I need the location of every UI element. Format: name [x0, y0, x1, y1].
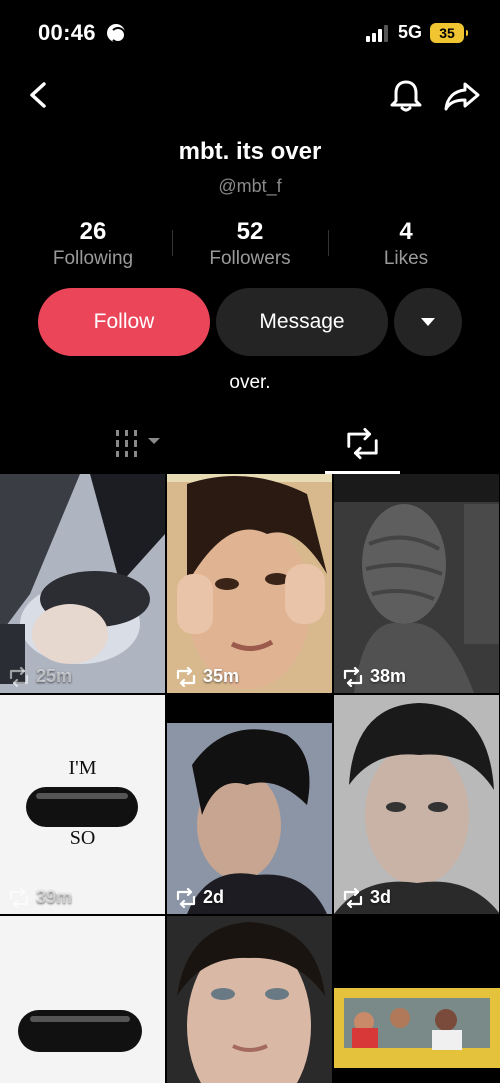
battery-level: 35: [439, 25, 455, 41]
profile-handle: @mbt_f: [218, 176, 282, 196]
profile-bio: over.: [229, 372, 271, 393]
repost-icon: [176, 887, 196, 908]
video-thumbnail: [167, 916, 332, 1083]
pill-text-top: I'M: [68, 757, 97, 779]
repost-time: 35m: [203, 666, 240, 686]
bell-icon[interactable]: [388, 78, 424, 114]
grid-item[interactable]: I'M SO 39m: [0, 695, 165, 914]
video-thumbnail: [334, 916, 500, 1083]
repost-time: 2d: [203, 887, 225, 907]
stat-divider: [328, 230, 329, 256]
grid-item[interactable]: 2d: [167, 695, 332, 914]
video-thumbnail: [334, 474, 499, 693]
stat-followers-label: Followers: [209, 248, 291, 269]
stat-likes[interactable]: 4 Likes: [331, 218, 481, 272]
caret-down-icon: [421, 318, 435, 326]
repost-icon: [343, 666, 363, 687]
repost-time-label: 38m: [342, 666, 406, 687]
video-grid-icon: [116, 430, 160, 457]
repost-grid: 25m 35m 38m I'M SO 39m 2d 3d: [0, 474, 500, 1083]
pill-text-bottom: SO: [69, 827, 96, 849]
status-bar: 00:46 5G 35: [0, 0, 500, 66]
more-options-button[interactable]: [394, 288, 462, 356]
share-icon[interactable]: [443, 80, 481, 112]
globe-icon: [107, 24, 126, 43]
video-thumbnail: [0, 916, 165, 1083]
profile-tabs: [0, 418, 500, 474]
repost-time-label: 2d: [175, 887, 224, 908]
repost-time-label: 39m: [8, 887, 72, 908]
stat-following-value: 26: [79, 218, 107, 245]
stat-followers-value: 52: [236, 218, 264, 245]
grid-item[interactable]: [167, 916, 332, 1083]
grid-item[interactable]: 35m: [167, 474, 332, 693]
stat-likes-value: 4: [399, 218, 413, 245]
message-button[interactable]: Message: [216, 288, 388, 356]
stat-following-label: Following: [52, 248, 134, 269]
stat-likes-label: Likes: [383, 248, 429, 269]
profile-name: mbt. its over: [178, 138, 322, 165]
grid-item[interactable]: [0, 916, 165, 1083]
grid-item[interactable]: [334, 916, 500, 1083]
stat-following[interactable]: 26 Following: [18, 218, 168, 272]
repost-time: 38m: [370, 666, 407, 686]
network-label: 5G: [398, 22, 423, 42]
repost-time-label: 25m: [8, 666, 72, 687]
video-thumbnail: [334, 695, 499, 914]
repost-time: 39m: [36, 887, 73, 907]
repost-time: 25m: [36, 666, 73, 686]
repost-time-label: 3d: [342, 887, 391, 908]
follow-button[interactable]: Follow: [38, 288, 210, 356]
grid-item[interactable]: 25m: [0, 474, 165, 693]
repost-icon: [176, 666, 196, 687]
repost-icon: [343, 887, 363, 908]
video-thumbnail: [0, 695, 165, 914]
stat-followers[interactable]: 52 Followers: [175, 218, 325, 272]
repost-time-label: 35m: [175, 666, 239, 687]
tab-reposts[interactable]: [325, 418, 400, 474]
back-arrow-icon[interactable]: [26, 82, 52, 108]
video-thumbnail: [0, 474, 165, 693]
video-thumbnail: [167, 474, 332, 693]
tab-videos[interactable]: [96, 418, 186, 474]
repost-time: 3d: [370, 887, 392, 907]
repost-icon: [347, 427, 378, 460]
stat-divider: [172, 230, 173, 256]
battery-icon: 35: [430, 23, 468, 43]
repost-icon: [9, 887, 29, 908]
repost-icon: [9, 666, 29, 687]
grid-item[interactable]: 3d: [334, 695, 499, 914]
grid-item[interactable]: 38m: [334, 474, 499, 693]
video-thumbnail: [167, 695, 332, 914]
signal-icon: [366, 24, 392, 42]
status-time: 00:46: [38, 20, 96, 45]
